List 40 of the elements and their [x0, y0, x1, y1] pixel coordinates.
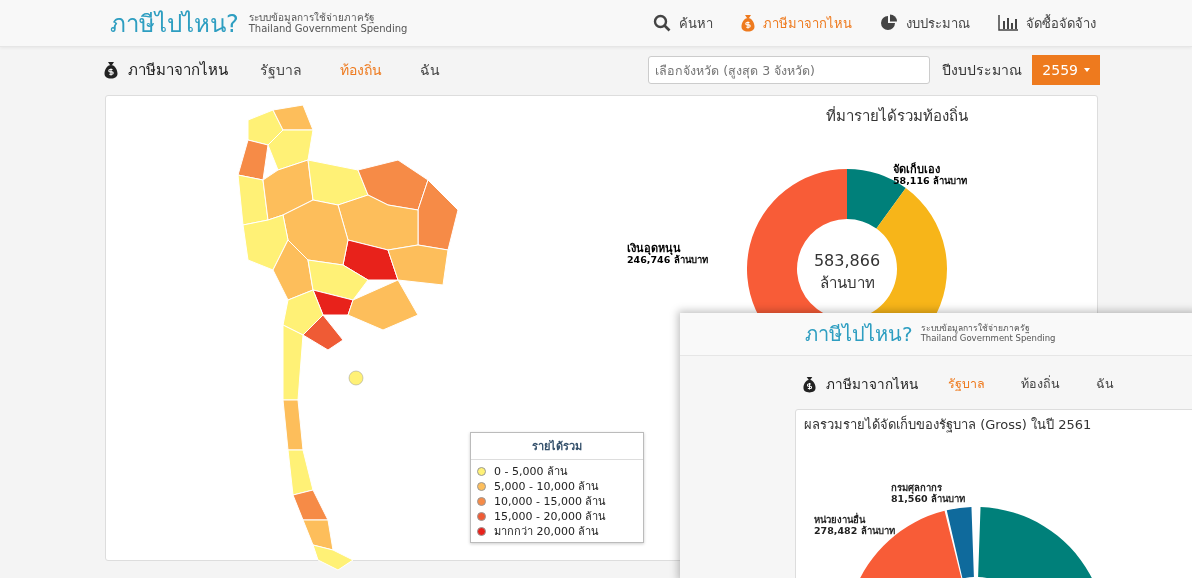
- slice-label: เงินอุดหนุน: [627, 243, 682, 255]
- site-subtitle: ระบบข้อมูลการใช้จ่ายภาครัฐ: [248, 11, 375, 23]
- money-bag-icon: [104, 61, 118, 79]
- slice-label: หน่วยงานอื่น: [814, 514, 867, 526]
- nav-link[interactable]: จัดซื้อจัดจ้าง: [998, 12, 1096, 34]
- province-search-field[interactable]: เลือกจังหวัด (สูงสุด 3 จังหวัด): [648, 56, 931, 84]
- slice-value: 58,116 ล้านบาท: [893, 176, 967, 187]
- donut-total: 583,866: [812, 251, 882, 270]
- slice-label: จัดเก็บเอง: [893, 164, 941, 176]
- legend-label: 0 - 5,000 ล้าน: [494, 464, 568, 479]
- site-subtitle: ระบบข้อมูลการใช้จ่ายภาครัฐ: [920, 324, 1030, 334]
- nav-link[interactable]: งบประมาณ: [880, 12, 970, 34]
- money-bag-icon: [741, 14, 755, 32]
- chart-title: ที่มารายได้รวมท้องถิ่น: [826, 105, 968, 127]
- fiscal-year-label: ปีงบประมาณ: [942, 61, 1023, 80]
- search-icon: [653, 14, 671, 32]
- legend-label: 10,000 - 15,000 ล้าน: [494, 494, 607, 509]
- money-bag-icon: [803, 375, 816, 393]
- donut-unit: ล้านบาท: [818, 273, 876, 294]
- legend-label: 5,000 - 10,000 ล้าน: [494, 479, 600, 494]
- pie-chart-icon: [880, 14, 898, 32]
- chart-title: ผลรวมรายได้จัดเก็บของรัฐบาล (Gross) ในปี 2561: [803, 414, 1093, 435]
- caret-icon: [1084, 68, 1090, 72]
- slice-label: กรมศุลกากร: [891, 482, 942, 494]
- slice-value: 81,560 ล้านบาท: [891, 493, 965, 505]
- nav-link[interactable]: ค้นหา: [653, 12, 713, 34]
- legend-label: มากกว่า 20,000 ล้าน: [494, 524, 600, 539]
- tab[interactable]: ฉัน: [1096, 374, 1114, 394]
- bar-chart-icon: [998, 15, 1018, 31]
- site-subtitle-english: Thailand Government Spending: [920, 334, 1056, 344]
- tab[interactable]: ท้องถิ่น: [1021, 374, 1060, 394]
- tab[interactable]: ฉัน: [420, 59, 440, 81]
- section-title: ภาษีมาจากไหน: [826, 375, 918, 394]
- legend-label: 15,000 - 20,000 ล้าน: [494, 509, 607, 524]
- tab[interactable]: รัฐบาล: [260, 59, 302, 81]
- slice-value: 278,482 ล้านบาท: [814, 525, 895, 537]
- slice-value: 246,746 ล้านบาท: [627, 255, 708, 266]
- legend-title: รายได้รวม: [471, 433, 643, 460]
- section-title: ภาษีมาจากไหน: [128, 60, 228, 81]
- site-subtitle-english: Thailand Government Spending: [248, 23, 408, 35]
